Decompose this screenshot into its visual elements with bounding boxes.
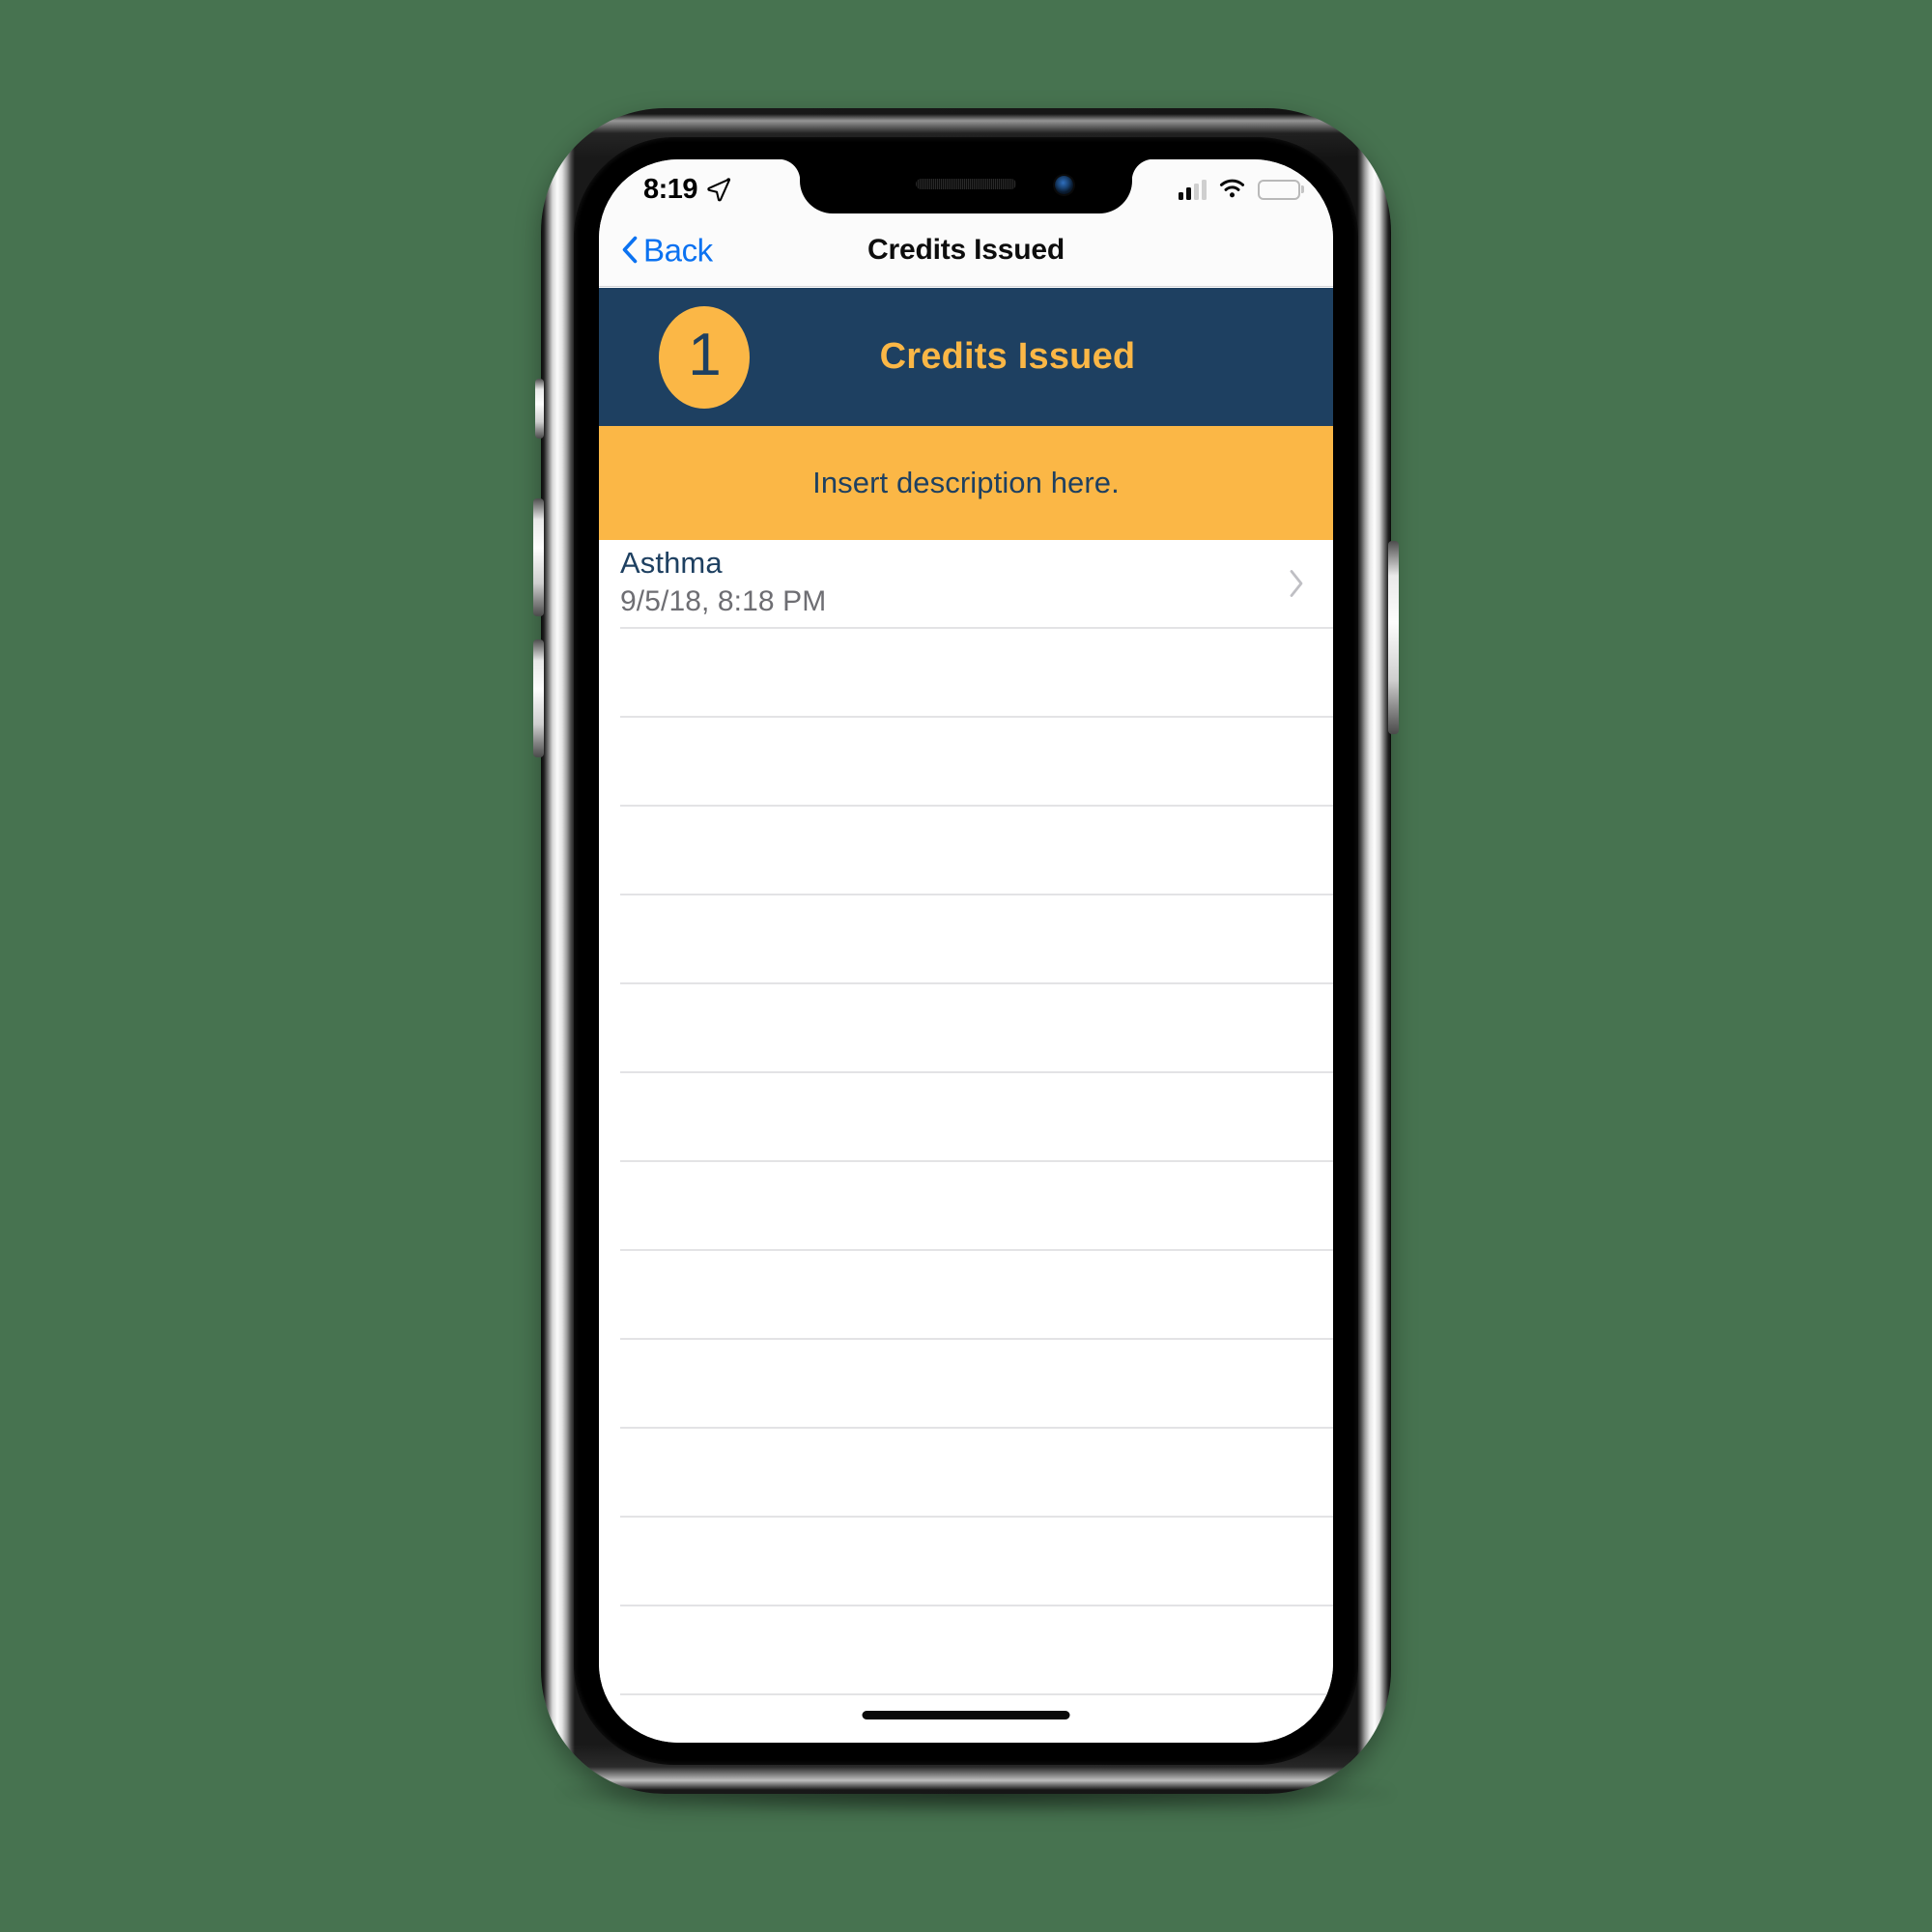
chevron-right-icon	[1290, 570, 1303, 597]
credits-count-value: 1	[688, 322, 721, 388]
description-band: Insert description here.	[599, 426, 1333, 540]
list-item	[599, 1162, 1333, 1251]
notch-corner-right	[1132, 159, 1153, 181]
location-arrow-icon	[707, 178, 731, 202]
page-title: Credits Issued	[867, 233, 1065, 266]
list-item	[599, 1251, 1333, 1340]
cellular-signal-icon	[1179, 179, 1207, 200]
status-bar-time: 8:19	[643, 173, 698, 205]
list-item	[599, 629, 1333, 718]
device-screen: 8:19 Back Credits Issued 1 Credits Issue…	[599, 159, 1333, 1743]
volume-up-button[interactable]	[533, 498, 544, 616]
list-item[interactable]: Asthma 9/5/18, 8:18 PM	[599, 540, 1333, 629]
volume-down-button[interactable]	[533, 639, 544, 757]
status-bar-right	[1179, 179, 1300, 200]
screenshot-stage: 8:19 Back Credits Issued 1 Credits Issue…	[0, 0, 1932, 1932]
list-item	[599, 807, 1333, 895]
list-separator	[620, 1693, 1333, 1695]
list-item	[599, 895, 1333, 984]
credits-header-title: Credits Issued	[879, 336, 1136, 377]
earpiece-speaker-icon	[916, 179, 1016, 189]
power-button[interactable]	[1388, 541, 1399, 734]
list-item-timestamp: 9/5/18, 8:18 PM	[620, 585, 827, 617]
list-item	[599, 718, 1333, 807]
list-item	[599, 1429, 1333, 1518]
list-item	[599, 984, 1333, 1073]
notch-corner-left	[779, 159, 800, 181]
credits-header-banner: 1 Credits Issued	[599, 288, 1333, 426]
home-indicator[interactable]	[862, 1711, 1070, 1719]
silent-switch-button[interactable]	[535, 379, 544, 439]
description-text: Insert description here.	[812, 466, 1120, 499]
navigation-bar: Back Credits Issued	[599, 213, 1333, 287]
wifi-icon	[1219, 179, 1245, 198]
battery-icon	[1258, 179, 1300, 200]
list-item	[599, 1606, 1333, 1695]
list-item-text: Asthma 9/5/18, 8:18 PM	[620, 546, 826, 618]
list-item	[599, 1518, 1333, 1606]
credits-list[interactable]: Asthma 9/5/18, 8:18 PM	[599, 540, 1333, 1743]
list-item	[599, 1340, 1333, 1429]
notch	[800, 159, 1132, 213]
front-camera-icon	[1055, 176, 1073, 194]
list-item	[599, 1073, 1333, 1162]
credits-count-badge: 1	[659, 305, 750, 409]
list-item-title: Asthma	[620, 546, 723, 580]
status-bar-left: 8:19	[643, 174, 731, 206]
